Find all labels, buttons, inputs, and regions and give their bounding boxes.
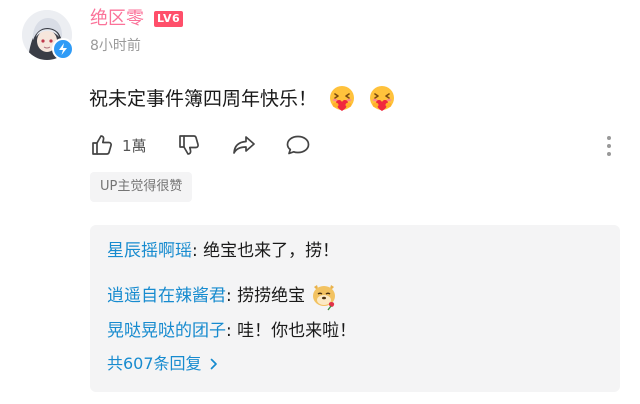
reply-preview-box[interactable]: 星辰摇啊瑶 : 绝宝也来了，捞！ 逍遥自在辣酱君 : 捞捞绝宝 晃哒晃哒的团子 …	[90, 225, 620, 392]
reply-item[interactable]: 逍遥自在辣酱君 : 捞捞绝宝	[107, 281, 339, 311]
more-options-icon[interactable]	[604, 135, 614, 157]
verified-badge-icon	[52, 38, 74, 60]
reply-text: : 绝宝也来了，捞！	[192, 241, 340, 261]
reply-count-label: 共607条回复	[107, 354, 202, 373]
username[interactable]: 绝区零	[90, 7, 144, 31]
hug-heart-emoji-icon	[367, 84, 397, 114]
timestamp: 8小时前	[90, 38, 141, 54]
chevron-right-icon	[210, 358, 217, 370]
comment-body: 祝未定事件簿四周年快乐！	[89, 84, 397, 114]
reply-username[interactable]: 星辰摇啊瑶	[107, 238, 192, 264]
reply-text: : 捞捞绝宝	[226, 286, 306, 306]
thumbs-up-icon[interactable]	[90, 133, 114, 157]
thumbs-down-icon[interactable]	[177, 133, 201, 157]
reply-bubble-icon[interactable]	[285, 133, 311, 157]
action-bar: 1萬	[90, 130, 311, 160]
up-liked-tag: UP主觉得很赞	[90, 172, 193, 202]
reply-username[interactable]: 晃哒晃哒的团子	[107, 318, 226, 344]
hug-heart-emoji-icon	[327, 84, 357, 114]
share-icon[interactable]	[231, 133, 257, 157]
view-all-replies-link[interactable]: 共607条回复	[107, 352, 218, 376]
reply-username[interactable]: 逍遥自在辣酱君	[107, 283, 226, 309]
reply-item[interactable]: 星辰摇啊瑶 : 绝宝也来了，捞！	[107, 238, 339, 264]
like-count: 1萬	[122, 136, 147, 155]
doge-rose-emoji-icon	[309, 281, 339, 311]
comment-text: 祝未定事件簿四周年快乐！	[89, 88, 318, 110]
comment-card: 绝区零 LV6 8小时前 祝未定事件簿四周年快乐！ 1萬 UP主觉得很赞 星辰摇…	[0, 0, 640, 404]
reply-item[interactable]: 晃哒晃哒的团子 : 哇！你也来啦！	[107, 318, 356, 344]
level-badge: LV6	[154, 11, 184, 27]
reply-text: : 哇！你也来啦！	[226, 321, 357, 341]
